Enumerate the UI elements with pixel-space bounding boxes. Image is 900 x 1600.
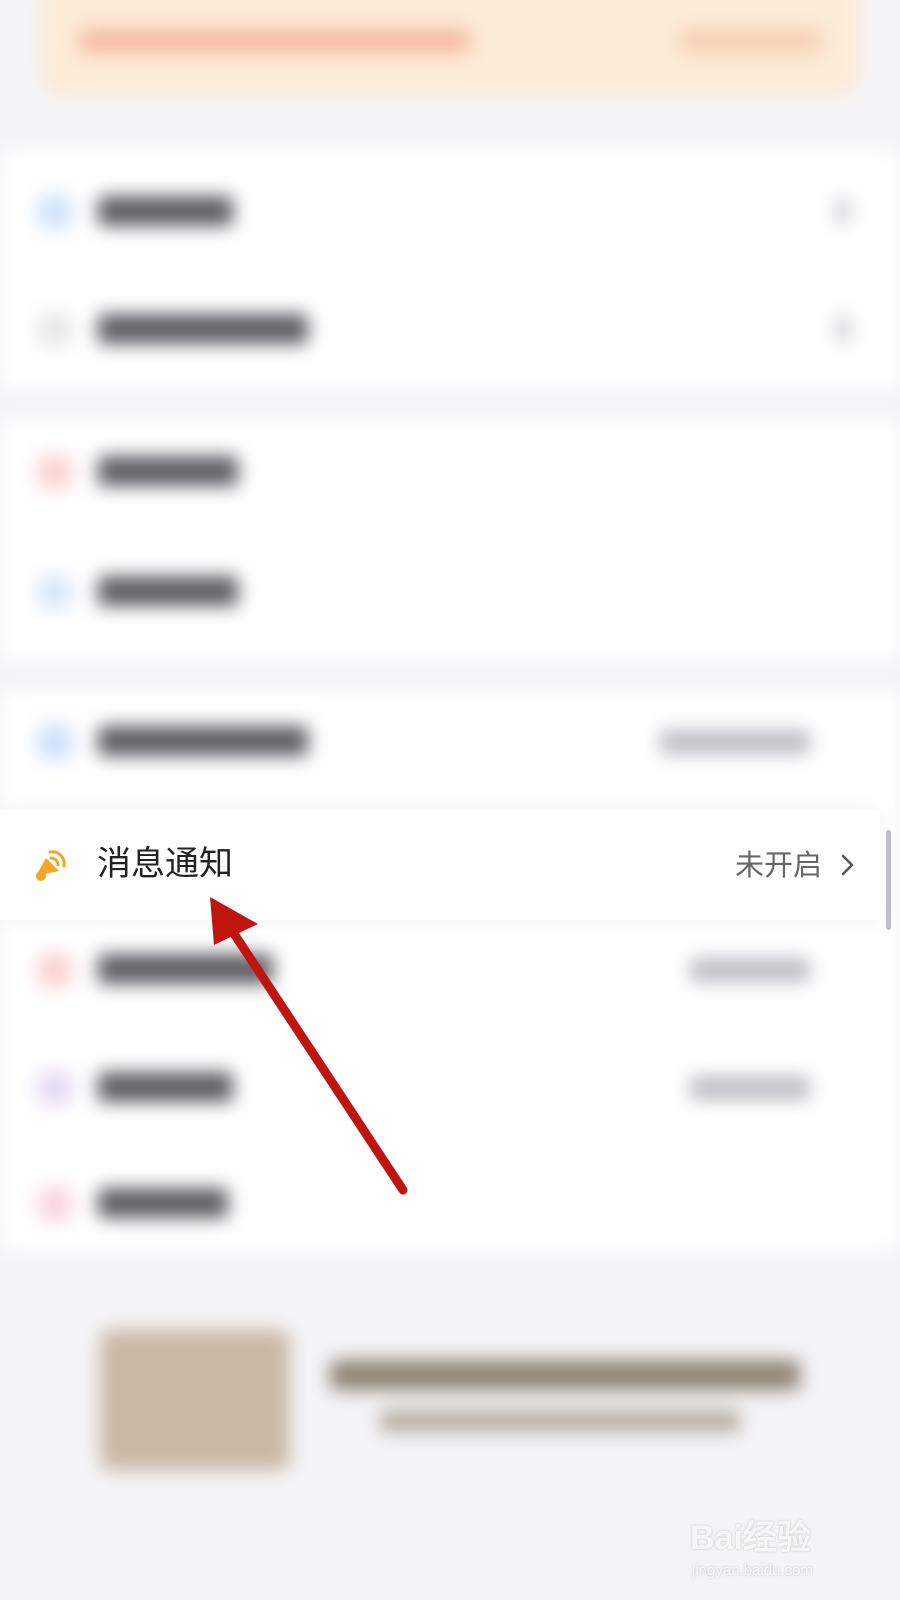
blurred-top-banner <box>40 0 860 95</box>
blurred-row[interactable] <box>0 420 900 520</box>
blurred-row[interactable] <box>0 278 900 378</box>
blurred-promo-banner[interactable] <box>100 1330 800 1470</box>
watermark-url: jingyan.baidu.com <box>692 1562 813 1579</box>
blurred-card-2 <box>0 420 900 660</box>
megaphone-icon <box>36 850 66 881</box>
watermark-logo: Bai经验 <box>690 1519 811 1557</box>
blurred-row[interactable] <box>0 918 900 1018</box>
notification-status-value: 未开启 <box>734 848 822 882</box>
blurred-row[interactable] <box>0 1152 900 1252</box>
blurred-card-1 <box>0 150 900 390</box>
blurred-row[interactable] <box>0 540 900 640</box>
blurred-row[interactable] <box>0 690 900 790</box>
notification-settings-row[interactable]: 消息通知 未开启 <box>0 810 880 920</box>
blurred-card-3 <box>0 690 900 1250</box>
blurred-background <box>0 0 900 1600</box>
notification-row-title: 消息通知 <box>97 844 233 884</box>
blurred-row[interactable] <box>0 1036 900 1136</box>
chevron-right-icon <box>841 854 854 876</box>
blurred-row[interactable] <box>0 160 900 260</box>
baidu-watermark: Bai经验 jingyan.baidu.com <box>690 1500 870 1590</box>
scrollbar[interactable] <box>886 830 891 930</box>
